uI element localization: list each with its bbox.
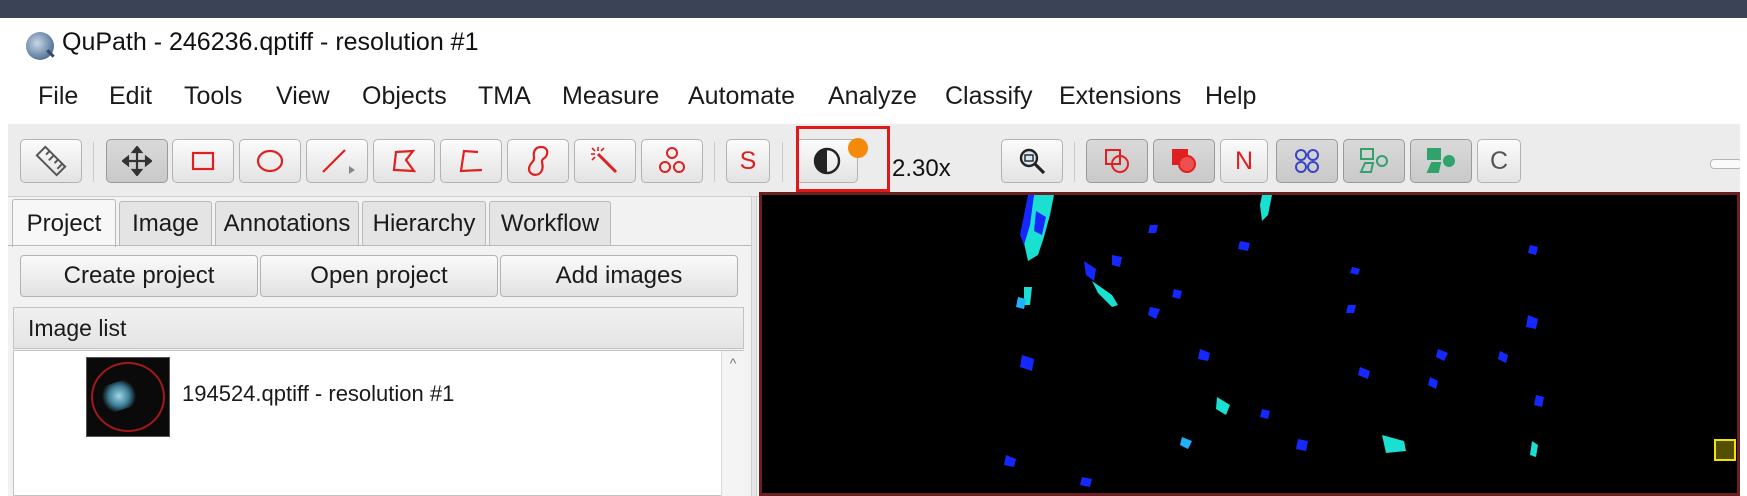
show-pixel-classification-button[interactable]: C (1477, 139, 1521, 183)
open-project-button[interactable]: Open project (260, 255, 498, 297)
show-detections-button[interactable] (1343, 139, 1405, 183)
list-item-label: 194524.qptiff - resolution #1 (182, 381, 455, 406)
tab-annotations[interactable]: Annotations (215, 201, 359, 245)
toolbar-separator (93, 142, 94, 182)
ruler-icon (34, 144, 68, 178)
add-images-button[interactable]: Add images (500, 255, 738, 297)
image-viewer[interactable] (759, 192, 1740, 496)
zoom-level[interactable]: 2.30x (892, 155, 951, 183)
polygon-icon (389, 146, 419, 176)
move-tool-button[interactable] (106, 139, 168, 183)
points-icon (656, 145, 688, 177)
fill-detections-icon (1424, 146, 1458, 176)
tab-image[interactable]: Image (119, 201, 212, 245)
zoom-to-fit-button[interactable] (1001, 139, 1063, 183)
fluorescence-image (1004, 195, 1544, 487)
detections-icon (1357, 146, 1391, 176)
image-list-header[interactable]: Image list (13, 307, 744, 349)
menu-bar: File Edit Tools View Objects TMA Measure… (8, 74, 1740, 124)
menu-extensions[interactable]: Extensions (1059, 82, 1181, 111)
pixel-classification-label: C (1489, 146, 1509, 175)
toolbar-separator (1074, 142, 1075, 182)
selection-mode-button[interactable]: S (726, 139, 770, 183)
measure-button[interactable] (20, 139, 82, 183)
fill-detections-button[interactable] (1410, 139, 1472, 183)
tab-hierarchy[interactable]: Hierarchy (362, 201, 486, 245)
notification-dot (848, 138, 868, 158)
toolbar-separator (714, 142, 715, 182)
menu-tools[interactable]: Tools (184, 82, 242, 111)
fill-annotations-button[interactable] (1153, 139, 1215, 183)
show-tma-grid-button[interactable] (1276, 139, 1338, 183)
menu-edit[interactable]: Edit (109, 82, 152, 111)
tab-underline (8, 245, 751, 246)
show-names-label: N (1234, 146, 1254, 175)
rectangle-icon (188, 146, 218, 176)
image-list-title: Image list (28, 315, 127, 341)
magic-wand-icon (589, 145, 621, 177)
menu-measure[interactable]: Measure (562, 82, 659, 111)
image-thumbnail (86, 357, 170, 437)
show-names-button[interactable]: N (1220, 139, 1268, 183)
list-item[interactable]: 194524.qptiff - resolution #1 (14, 351, 720, 443)
desktop-top-strip (0, 0, 1747, 18)
polygon-tool-button[interactable] (373, 139, 435, 183)
opacity-slider[interactable] (1710, 159, 1740, 169)
selection-mode-label: S (739, 146, 757, 175)
line-tool-button[interactable] (306, 139, 368, 183)
rectangle-tool-button[interactable] (172, 139, 234, 183)
menu-tma[interactable]: TMA (478, 82, 531, 111)
menu-analyze[interactable]: Analyze (828, 82, 917, 111)
annotations-icon (1102, 146, 1132, 176)
image-list: 194524.qptiff - resolution #1 ^ (13, 350, 744, 496)
left-panel: Project Image Annotations Hierarchy Work… (8, 197, 751, 496)
menu-file[interactable]: File (38, 82, 78, 111)
show-annotations-button[interactable] (1086, 139, 1148, 183)
tab-workflow[interactable]: Workflow (489, 201, 611, 245)
split-pane-divider[interactable] (751, 197, 757, 496)
tma-grid-icon (1292, 146, 1322, 176)
fill-annotations-icon (1169, 146, 1199, 176)
scroll-up-arrow-icon[interactable]: ^ (724, 355, 742, 371)
toolbar: S 2.30x N C (8, 124, 1740, 197)
qupath-window: QuPath - 246236.qptiff - resolution #1 F… (8, 18, 1740, 496)
menu-help[interactable]: Help (1205, 82, 1256, 111)
menu-objects[interactable]: Objects (362, 82, 447, 111)
toolbar-separator (782, 142, 783, 182)
menu-automate[interactable]: Automate (688, 82, 795, 111)
polyline-tool-button[interactable] (440, 139, 502, 183)
yellow-marker (1714, 439, 1736, 461)
window-title: QuPath - 246236.qptiff - resolution #1 (62, 28, 479, 56)
ellipse-icon (255, 146, 285, 176)
move-arrows-icon (122, 146, 152, 176)
qupath-logo-icon (26, 32, 54, 60)
magnifier-icon (1017, 146, 1047, 176)
create-project-button[interactable]: Create project (20, 255, 258, 297)
title-bar: QuPath - 246236.qptiff - resolution #1 (8, 18, 1740, 74)
ellipse-tool-button[interactable] (239, 139, 301, 183)
image-list-scrollbar[interactable]: ^ (721, 351, 744, 496)
menu-view[interactable]: View (276, 82, 330, 111)
menu-classify[interactable]: Classify (945, 82, 1033, 111)
tab-project[interactable]: Project (12, 199, 116, 247)
line-icon (317, 144, 357, 178)
brush-icon (523, 144, 553, 178)
wand-tool-button[interactable] (574, 139, 636, 183)
highlight-box (796, 126, 890, 192)
window-right-edge (1740, 18, 1747, 496)
polyline-icon (456, 146, 486, 176)
brush-tool-button[interactable] (507, 139, 569, 183)
points-tool-button[interactable] (641, 139, 703, 183)
